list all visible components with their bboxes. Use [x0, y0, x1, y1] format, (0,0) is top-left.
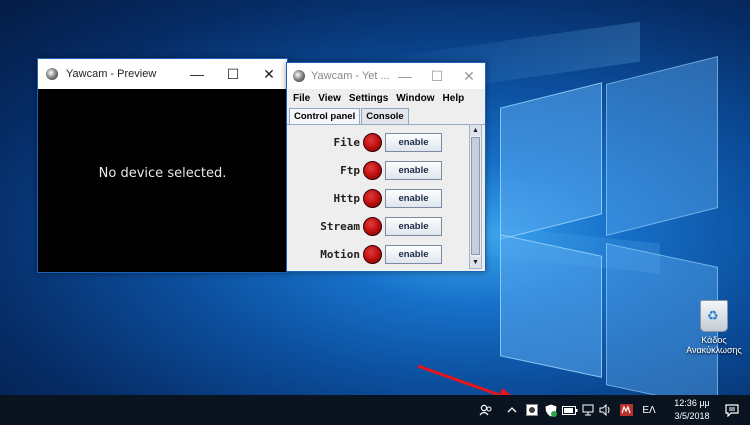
system-clock[interactable]: 12:36 μμ 3/5/2018: [662, 397, 722, 423]
taskbar: ΕΛ 12:36 μμ 3/5/2018: [0, 395, 750, 425]
battery-icon[interactable]: [561, 395, 579, 425]
people-icon[interactable]: [478, 395, 494, 425]
yawcam-tray-icon[interactable]: [524, 395, 540, 425]
clock-date: 3/5/2018: [674, 411, 710, 421]
clock-time: 12:36 μμ: [674, 398, 710, 408]
app-tray-icon[interactable]: [618, 395, 634, 425]
network-icon[interactable]: [581, 395, 597, 425]
show-hidden-icons-chevron-icon[interactable]: [504, 395, 520, 425]
action-center-notification-icon[interactable]: [722, 395, 742, 425]
windows-defender-icon[interactable]: [543, 395, 559, 425]
red-arrow-annotation: [417, 364, 520, 402]
volume-icon[interactable]: [598, 395, 614, 425]
input-language-indicator[interactable]: ΕΛ: [640, 395, 658, 425]
